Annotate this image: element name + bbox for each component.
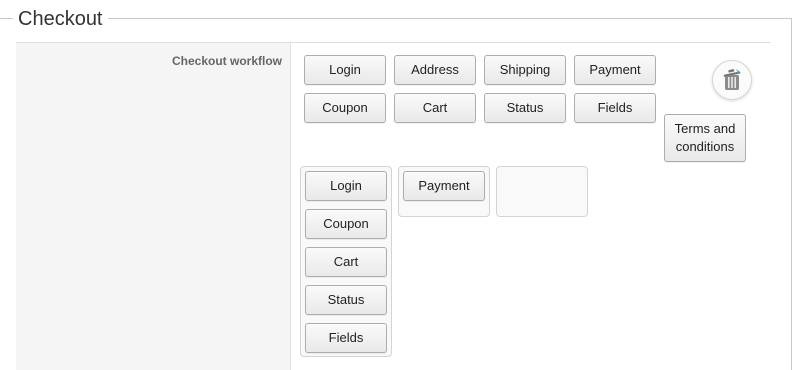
palette-item-cart[interactable]: Cart — [394, 93, 476, 123]
fieldset-legend: Checkout — [13, 6, 108, 32]
field-label: Checkout workflow — [171, 54, 282, 68]
palette-item-address[interactable]: Address — [394, 55, 476, 85]
palette-item-shipping[interactable]: Shipping — [484, 55, 566, 85]
step-1-item-login[interactable]: Login — [305, 171, 387, 201]
step-3-dropzone[interactable] — [496, 166, 588, 217]
step-1-dropzone[interactable]: Login Coupon Cart Status Fields — [300, 166, 392, 357]
step-2-item-payment[interactable]: Payment — [403, 171, 485, 201]
palette-item-terms-and-conditions[interactable]: Terms and conditions — [664, 114, 746, 162]
palette-item-login[interactable]: Login — [304, 55, 386, 85]
fieldset-border-top — [0, 18, 792, 19]
step-2-dropzone[interactable]: Payment — [398, 166, 490, 217]
trash-icon — [723, 69, 741, 90]
label-column: Checkout workflow — [16, 43, 291, 370]
palette-item-status[interactable]: Status — [484, 93, 566, 123]
step-1-item-status[interactable]: Status — [305, 285, 387, 315]
palette-item-coupon[interactable]: Coupon — [304, 93, 386, 123]
trash-dropzone[interactable] — [712, 60, 752, 100]
step-1-item-cart[interactable]: Cart — [305, 247, 387, 277]
palette-item-payment[interactable]: Payment — [574, 55, 656, 85]
palette-item-fields[interactable]: Fields — [574, 93, 656, 123]
fieldset-border-right — [791, 18, 792, 370]
step-1-item-fields[interactable]: Fields — [305, 323, 387, 353]
step-1-item-coupon[interactable]: Coupon — [305, 209, 387, 239]
